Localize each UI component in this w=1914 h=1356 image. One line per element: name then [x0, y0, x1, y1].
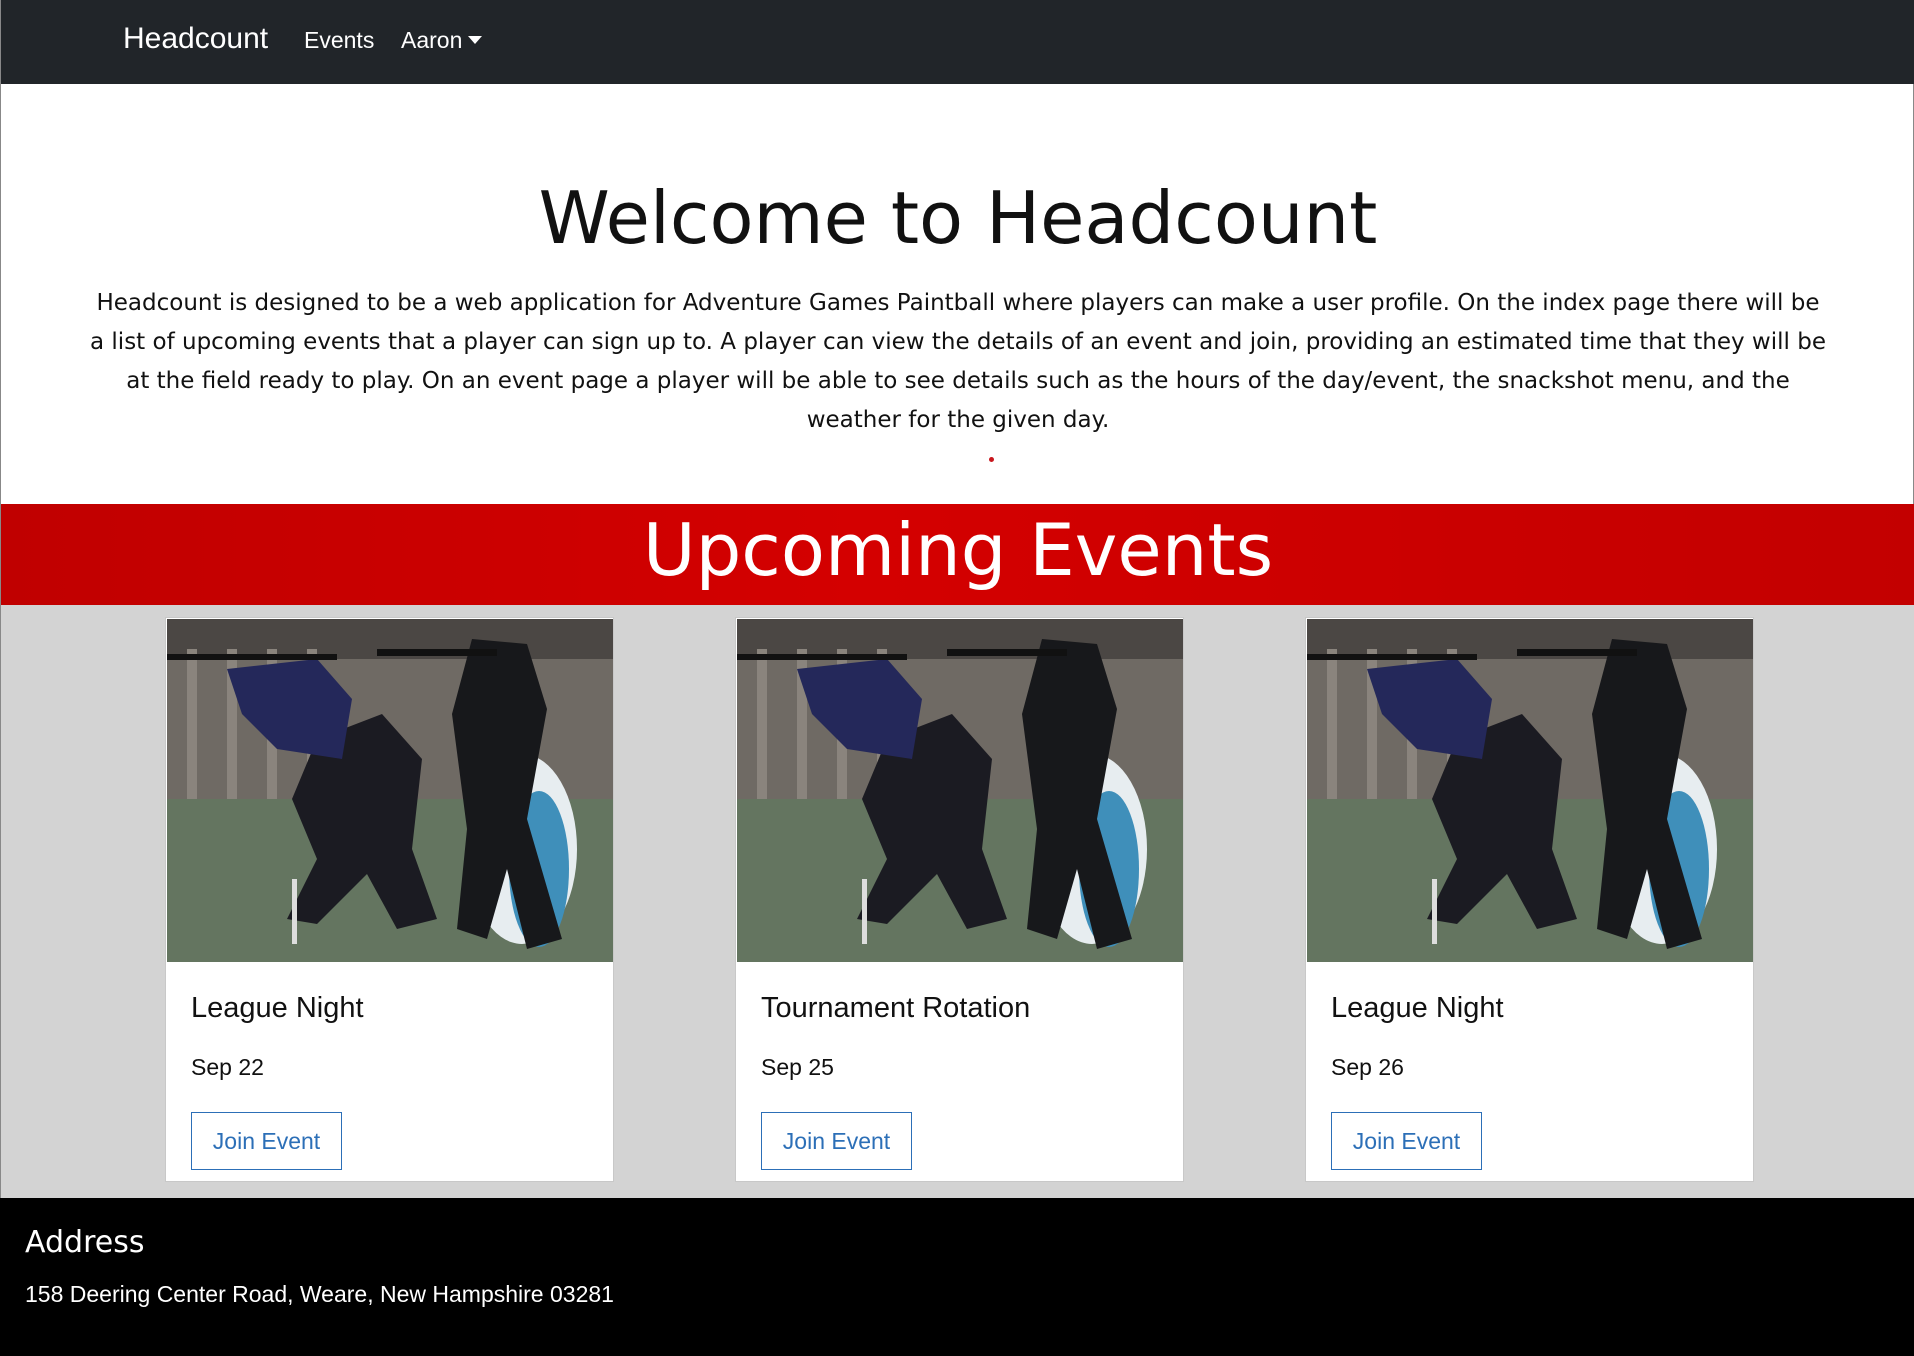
upcoming-events-banner: Upcoming Events: [0, 504, 1914, 605]
event-title: Tournament Rotation: [761, 992, 1031, 1024]
intro-paragraph: Headcount is designed to be a web applic…: [90, 290, 1826, 433]
events-card-list: League Night Sep 22 Join Event Tournamen…: [0, 605, 1914, 1198]
footer-heading: Address: [25, 1225, 145, 1260]
event-card: League Night Sep 26 Join Event: [1305, 617, 1754, 1182]
event-title: League Night: [191, 992, 364, 1024]
welcome-section: Welcome to Headcount Headcount is design…: [0, 84, 1914, 504]
event-date: Sep 22: [191, 1054, 264, 1080]
event-photo: [1307, 619, 1753, 962]
event-title: League Night: [1331, 992, 1504, 1024]
join-event-button[interactable]: Join Event: [761, 1112, 912, 1170]
event-photo: [167, 619, 613, 962]
page-title: Welcome to Headcount: [538, 176, 1378, 260]
event-date: Sep 25: [761, 1054, 834, 1080]
join-event-button[interactable]: Join Event: [191, 1112, 342, 1170]
join-event-button[interactable]: Join Event: [1331, 1112, 1482, 1170]
user-menu-dropdown[interactable]: Aaron: [401, 27, 483, 54]
decorative-dot: [989, 457, 994, 462]
event-card: League Night Sep 22 Join Event: [165, 617, 614, 1182]
section-title: Upcoming Events: [642, 508, 1274, 592]
top-navbar: Headcount Events Aaron: [0, 0, 1914, 84]
footer-address: 158 Deering Center Road, Weare, New Hamp…: [25, 1281, 614, 1307]
page-footer: Address 158 Deering Center Road, Weare, …: [0, 1198, 1914, 1356]
event-photo: [737, 619, 1183, 962]
event-date: Sep 26: [1331, 1054, 1404, 1080]
nav-events-link[interactable]: Events: [304, 27, 374, 54]
event-card: Tournament Rotation Sep 25 Join Event: [735, 617, 1184, 1182]
caret-down-icon: [468, 36, 483, 44]
brand-link[interactable]: Headcount: [123, 22, 268, 56]
user-menu-label: Aaron: [401, 27, 463, 53]
